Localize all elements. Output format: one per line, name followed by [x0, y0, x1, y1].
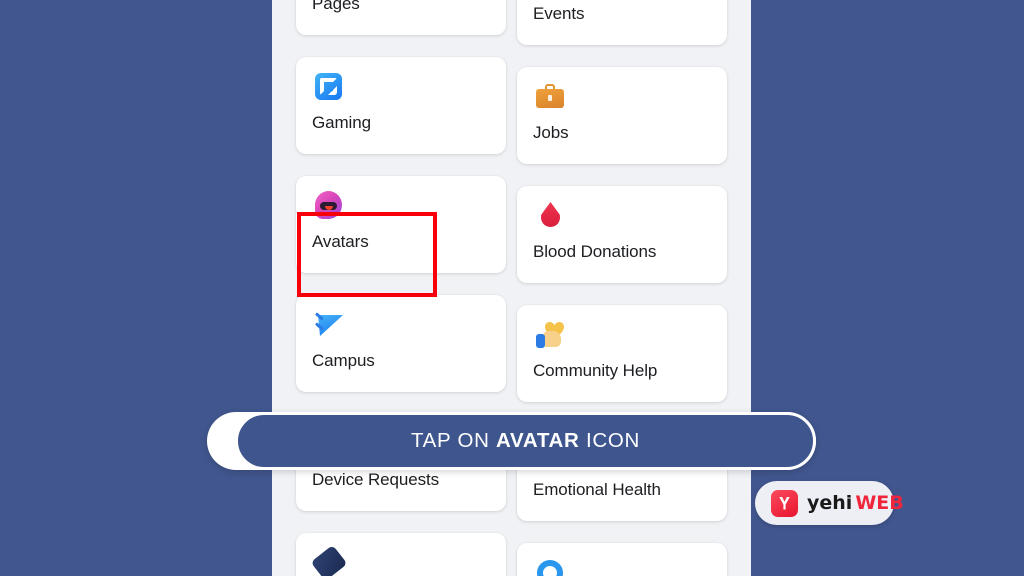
- watermark-yehiweb: yehiWEB: [755, 481, 894, 525]
- navy-wedge-icon: [312, 546, 346, 576]
- pennant-flag-icon: [312, 308, 346, 342]
- instruction-banner: TAP ON AVATAR ICON: [207, 412, 816, 470]
- blood-drop-icon: [533, 199, 567, 233]
- shortcut-card-avatars[interactable]: Avatars: [296, 176, 506, 273]
- gaming-controller-icon: [312, 70, 346, 104]
- instruction-text-before: TAP ON: [411, 429, 496, 452]
- shortcut-card-campus[interactable]: Campus: [296, 295, 506, 392]
- shortcut-card-gaming[interactable]: Gaming: [296, 57, 506, 154]
- shortcut-card-community-help[interactable]: Community Help: [517, 305, 727, 402]
- watermark-text: yehiWEB: [807, 492, 904, 514]
- shortcut-label: Campus: [312, 351, 506, 371]
- shortcut-grid: Pages Events Gaming Jobs Avatars: [272, 0, 751, 576]
- instruction-text-after: ICON: [580, 429, 640, 452]
- instruction-text-emphasis: AVATAR: [496, 429, 580, 452]
- helping-hand-heart-icon: [533, 318, 567, 352]
- avatar-icon: [312, 189, 346, 223]
- watermark-brand-second: WEB: [855, 492, 903, 514]
- shortcut-label: Gaming: [312, 113, 506, 133]
- shortcut-label: Avatars: [312, 232, 506, 252]
- shortcut-card-partial-right[interactable]: [517, 543, 727, 576]
- shortcut-label: Community Help: [533, 361, 727, 381]
- shortcut-label: Pages: [312, 0, 506, 14]
- shortcut-card-pages[interactable]: Pages: [296, 0, 506, 35]
- instruction-text: TAP ON AVATAR ICON: [411, 429, 640, 453]
- shortcut-card-blood-donations[interactable]: Blood Donations: [517, 186, 727, 283]
- shortcut-label: Device Requests: [312, 470, 506, 490]
- instruction-pill: TAP ON AVATAR ICON: [235, 412, 816, 470]
- phone-screen: Pages Events Gaming Jobs Avatars: [272, 0, 751, 576]
- yehiweb-logo-icon: [771, 490, 798, 517]
- blue-ring-icon: [533, 556, 567, 576]
- briefcase-icon: [533, 80, 567, 114]
- shortcut-card-events[interactable]: Events: [517, 0, 727, 45]
- shortcut-label: Emotional Health: [533, 480, 727, 500]
- shortcut-card-jobs[interactable]: Jobs: [517, 67, 727, 164]
- shortcut-label: Jobs: [533, 123, 727, 143]
- shortcut-label: Blood Donations: [533, 242, 727, 262]
- shortcut-label: Events: [533, 4, 727, 24]
- watermark-brand-first: yehi: [807, 492, 852, 514]
- shortcut-card-partial-left[interactable]: [296, 533, 506, 576]
